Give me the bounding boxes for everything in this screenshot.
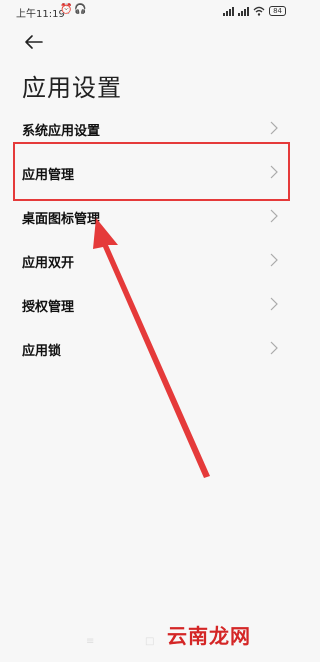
page-title: 应用设置 — [22, 74, 122, 102]
signal-icon — [223, 6, 235, 16]
back-arrow-icon[interactable] — [22, 30, 46, 54]
wifi-icon — [253, 6, 265, 16]
battery-icon: 84 — [269, 6, 286, 16]
chevron-right-icon — [270, 121, 278, 135]
menu-item-label: 系统应用设置 — [22, 124, 101, 139]
watermark: 云南龙网 — [167, 624, 251, 648]
menu-item-label: 授权管理 — [22, 300, 75, 315]
chevron-right-icon — [270, 253, 278, 267]
menu-item-dual-apps[interactable]: 应用双开 — [0, 238, 300, 282]
highlight-box — [13, 142, 290, 201]
status-time: 上午11:19 — [16, 9, 65, 20]
menu-item-app-lock[interactable]: 应用锁 — [0, 326, 300, 370]
menu-item-label: 桌面图标管理 — [22, 212, 101, 227]
status-indicators: 84 — [223, 5, 286, 17]
menu-item-label: 应用双开 — [22, 256, 75, 271]
menu-item-permission-management[interactable]: 授权管理 — [0, 282, 300, 326]
status-bar: 上午11:19 ⏰ 🎧 84 — [0, 0, 300, 24]
chevron-right-icon — [270, 297, 278, 311]
chevron-right-icon — [270, 341, 278, 355]
nav-hint-icon: ≡ — [86, 636, 95, 647]
chevron-right-icon — [270, 209, 278, 223]
nav-hint-icon: □ — [145, 636, 155, 647]
menu-item-label: 应用锁 — [22, 344, 62, 359]
headset-icon: 🎧 — [74, 4, 87, 15]
signal-icon — [238, 6, 250, 16]
alarm-clock-icon: ⏰ — [60, 4, 73, 15]
